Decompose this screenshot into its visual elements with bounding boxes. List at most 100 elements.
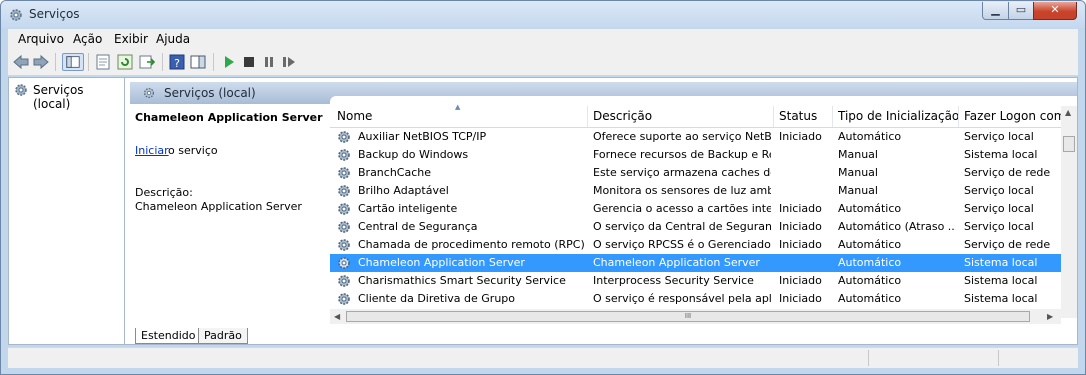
cell-description: O serviço da Central de Seguranç... — [593, 220, 771, 233]
cell-startup-type: Automático — [838, 292, 902, 305]
status-divider — [868, 350, 869, 366]
column-divider[interactable] — [958, 106, 959, 127]
horizontal-scroll-thumb[interactable]: III — [346, 311, 1030, 322]
start-service-text: o serviço — [168, 144, 218, 157]
description-value: Chameleon Application Server — [135, 200, 302, 213]
back-icon[interactable] — [12, 53, 30, 71]
cell-startup-type: Manual — [838, 166, 878, 179]
cell-startup-type: Automático — [838, 130, 902, 143]
cell-name: Chamada de procedimento remoto (RPC) — [358, 238, 584, 251]
menu-acao[interactable]: Ação — [73, 32, 102, 46]
cell-description: O serviço é responsável pela apli... — [593, 292, 771, 305]
horizontal-scrollbar[interactable]: ◀ III ▶ — [330, 309, 1061, 324]
maximize-icon: ▭ — [1015, 3, 1027, 16]
sort-ascending-icon: ▲ — [455, 103, 461, 111]
column-header-tipo-inicializacao[interactable]: Tipo de Inicialização — [838, 109, 959, 123]
close-icon: ✕ — [1050, 3, 1060, 16]
cell-status: Iniciado — [779, 274, 822, 287]
cell-name: Cartão inteligente — [358, 202, 458, 215]
service-row[interactable]: Auxiliar NetBIOS TCP/IP Oferece suporte a… — [330, 128, 1061, 146]
cell-startup-type: Automático — [838, 274, 902, 287]
minimize-button[interactable]: ▁ — [982, 2, 1009, 20]
start-service-icon[interactable] — [220, 53, 238, 71]
service-row[interactable]: BranchCache Este serviço armazena caches … — [330, 164, 1061, 182]
pause-service-icon[interactable] — [260, 53, 278, 71]
export-list-icon[interactable] — [138, 53, 156, 71]
services-gear-icon — [143, 87, 155, 99]
vertical-scrollbar[interactable]: ▲ — [1061, 106, 1077, 318]
scroll-grip: III — [684, 312, 692, 320]
vertical-scroll-thumb[interactable] — [1063, 136, 1075, 152]
service-row[interactable]: Charismathics Smart Security Service Inte… — [330, 272, 1061, 290]
column-header-status[interactable]: Status — [779, 109, 817, 123]
cell-status: Iniciado — [779, 292, 822, 305]
column-header-fazer-logon[interactable]: Fazer Logon como — [964, 109, 1073, 123]
status-divider — [998, 350, 999, 366]
forward-icon[interactable] — [32, 53, 50, 71]
cell-name: Backup do Windows — [358, 148, 469, 161]
service-row[interactable]: Chamada de procedimento remoto (RPC) O se… — [330, 236, 1061, 254]
service-row[interactable]: Chameleon Application Server Chameleon Ap… — [330, 254, 1061, 272]
menu-exibir[interactable]: Exibir — [114, 32, 148, 46]
cell-startup-type: Manual — [838, 184, 878, 197]
window-title: Serviços — [29, 7, 80, 21]
properties-icon[interactable] — [94, 53, 112, 71]
refresh-icon[interactable] — [116, 53, 134, 71]
service-gear-icon — [338, 239, 350, 251]
cell-startup-type: Automático — [838, 256, 902, 269]
column-divider[interactable] — [832, 106, 833, 127]
title-bar[interactable]: Serviços ▁ ▭ ✕ — [1, 1, 1085, 28]
toolbar-separator — [55, 53, 56, 71]
menu-ajuda[interactable]: Ajuda — [156, 32, 190, 46]
column-header-descricao[interactable]: Descrição — [593, 109, 652, 123]
menu-arquivo[interactable]: Arquivo — [18, 32, 64, 46]
console-tree: Serviços (local) — [9, 78, 125, 344]
help-icon[interactable]: ? — [168, 53, 186, 71]
toolbar-separator — [88, 53, 89, 71]
cell-description: O serviço RPCSS é o Gerenciador... — [593, 238, 771, 251]
service-gear-icon — [338, 149, 350, 161]
cell-logon-as: Sistema local — [964, 256, 1038, 269]
status-bar — [8, 347, 1078, 368]
service-gear-icon — [338, 131, 350, 143]
close-button[interactable]: ✕ — [1033, 2, 1077, 20]
cell-status: Iniciado — [779, 220, 822, 233]
cell-name: Chameleon Application Server — [358, 256, 525, 269]
menu-bar: Arquivo Ação Exibir Ajuda — [8, 29, 1078, 49]
cell-name: Brilho Adaptável — [358, 184, 449, 197]
start-service-link[interactable]: Iniciar — [135, 144, 169, 157]
service-row[interactable]: Cartão inteligente Gerencia o acesso a ca… — [330, 200, 1061, 218]
scroll-left-icon[interactable]: ◀ — [334, 312, 340, 321]
selected-service-name: Chameleon Application Server — [135, 111, 323, 124]
cell-logon-as: Sistema local — [964, 292, 1038, 305]
tree-item-servicos-local[interactable]: Serviços (local) — [33, 83, 124, 111]
cell-startup-type: Manual — [838, 148, 878, 161]
maximize-button[interactable]: ▭ — [1008, 2, 1034, 20]
services-panel: Serviços (local) Chameleon Application S… — [130, 78, 1077, 344]
cell-logon-as: Sistema local — [964, 274, 1038, 287]
service-row[interactable]: Backup do Windows Fornece recursos de Bac… — [330, 146, 1061, 164]
scroll-right-icon[interactable]: ▶ — [1047, 312, 1053, 321]
svg-text:?: ? — [174, 57, 180, 70]
restart-service-icon[interactable] — [280, 53, 298, 71]
show-hide-action-pane-icon[interactable] — [189, 53, 207, 71]
service-row[interactable]: Central de Segurança O serviço da Central… — [330, 218, 1061, 236]
console-tree-icon[interactable] — [62, 53, 84, 71]
client-area: Serviços (local) Serviços (local) Chamel… — [8, 77, 1078, 345]
cell-logon-as: Serviço local — [964, 130, 1034, 143]
stop-service-icon[interactable] — [240, 53, 258, 71]
tab-estendido[interactable]: Estendido — [135, 328, 202, 344]
column-divider[interactable] — [773, 106, 774, 127]
scroll-up-icon[interactable]: ▲ — [1065, 108, 1071, 117]
cell-logon-as: Serviço de rede — [964, 238, 1051, 251]
services-list: ▲ Nome Descrição Status Tipo de Iniciali… — [330, 96, 1077, 328]
cell-description: Oferece suporte ao serviço NetBI... — [593, 130, 771, 143]
services-window: Serviços ▁ ▭ ✕ Arquivo Ação Exibir Ajuda… — [0, 0, 1086, 375]
column-divider[interactable] — [587, 106, 588, 127]
service-row[interactable]: Brilho Adaptável Monitora os sensores de … — [330, 182, 1061, 200]
tab-padrao[interactable]: Padrão — [198, 328, 248, 344]
cell-logon-as: Serviço de rede — [964, 166, 1051, 179]
service-row[interactable]: Cliente da Diretiva de Grupo O serviço é … — [330, 290, 1061, 308]
service-gear-icon — [338, 275, 350, 287]
column-header-nome[interactable]: Nome — [337, 109, 372, 123]
